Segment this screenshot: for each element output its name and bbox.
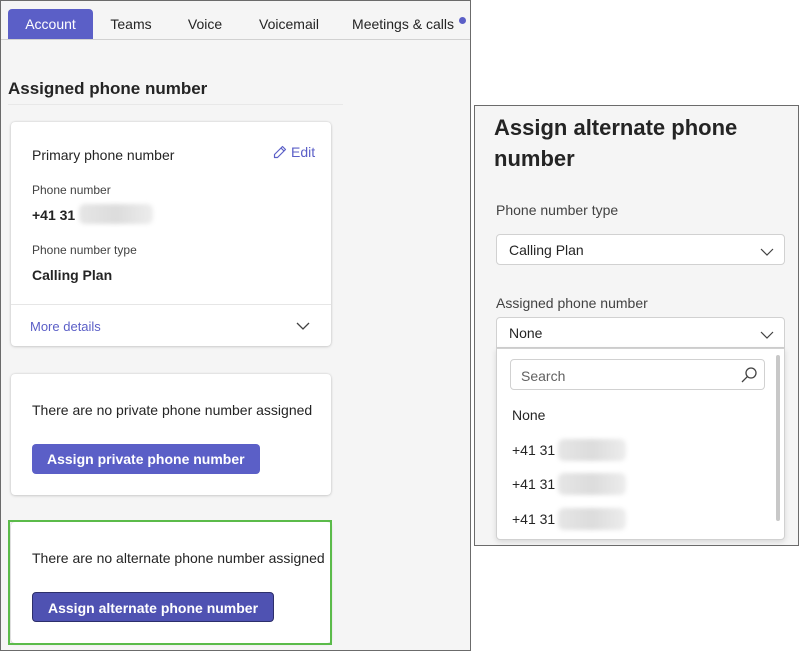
- phone-type-selected: Calling Plan: [509, 242, 584, 258]
- search-icon[interactable]: [740, 366, 758, 389]
- tab-teams[interactable]: Teams: [105, 9, 157, 39]
- tab-voice[interactable]: Voice: [181, 9, 229, 39]
- assign-alternate-number-button[interactable]: Assign alternate phone number: [32, 592, 275, 622]
- phone-number-value: +41 31: [32, 207, 76, 223]
- primary-phone-card: Primary phone number Edit Phone number +…: [11, 122, 331, 346]
- notification-dot: [459, 17, 466, 24]
- assign-private-number-button[interactable]: Assign private phone number: [32, 444, 260, 474]
- more-details-link[interactable]: More details: [30, 319, 101, 334]
- private-phone-card: There are no private phone number assign…: [11, 374, 331, 495]
- redacted-digits: [558, 508, 626, 530]
- phone-type-select[interactable]: Calling Plan: [496, 234, 785, 265]
- search-input[interactable]: [521, 366, 736, 385]
- tab-meetings-calls[interactable]: Meetings & calls: [349, 9, 457, 39]
- card-divider: [11, 304, 331, 305]
- dropdown-option[interactable]: +41 31: [512, 511, 555, 527]
- assign-alternate-panel: Assign alternate phone number Phone numb…: [474, 105, 799, 546]
- redacted-digits: [79, 204, 153, 224]
- dropdown-option[interactable]: +41 31: [512, 476, 555, 492]
- phone-type-value: Calling Plan: [32, 267, 113, 283]
- assigned-number-selected: None: [509, 325, 543, 341]
- phone-number-label: Phone number: [32, 183, 111, 197]
- tab-account[interactable]: Account: [8, 9, 93, 39]
- redacted-digits: [558, 439, 626, 461]
- assigned-number-select[interactable]: None: [496, 317, 785, 348]
- section-divider: [8, 104, 343, 105]
- assigned-number-label: Assigned phone number: [496, 295, 648, 311]
- edit-button[interactable]: Edit: [273, 144, 315, 160]
- alternate-empty-message: There are no alternate phone number assi…: [32, 550, 325, 566]
- chevron-down-icon: [760, 327, 774, 345]
- chevron-down-icon[interactable]: [296, 318, 310, 336]
- dropdown-option-none[interactable]: None: [512, 407, 545, 423]
- dropdown-option[interactable]: +41 31: [512, 442, 555, 458]
- user-settings-panel: Account Teams Voice Voicemail Meetings &…: [0, 0, 471, 651]
- private-empty-message: There are no private phone number assign…: [32, 402, 313, 418]
- redacted-digits: [558, 473, 626, 495]
- chevron-down-icon: [760, 244, 774, 262]
- dropdown-scrollbar[interactable]: [776, 355, 780, 521]
- search-field[interactable]: [510, 359, 765, 390]
- edit-label: Edit: [291, 144, 316, 160]
- panel-title: Assign alternate phone number: [494, 115, 738, 171]
- alternate-phone-card: There are no alternate phone number assi…: [11, 522, 331, 643]
- assigned-number-dropdown: None +41 31 +41 31 +41 31: [496, 348, 785, 540]
- phone-type-label: Phone number type: [496, 202, 619, 218]
- phone-type-label: Phone number type: [32, 243, 137, 257]
- card-title: Primary phone number: [32, 147, 175, 163]
- section-title: Assigned phone number: [8, 79, 208, 98]
- tab-voicemail[interactable]: Voicemail: [253, 9, 325, 39]
- pencil-icon: [273, 145, 287, 159]
- tab-bar: Account Teams Voice Voicemail Meetings &…: [1, 1, 470, 40]
